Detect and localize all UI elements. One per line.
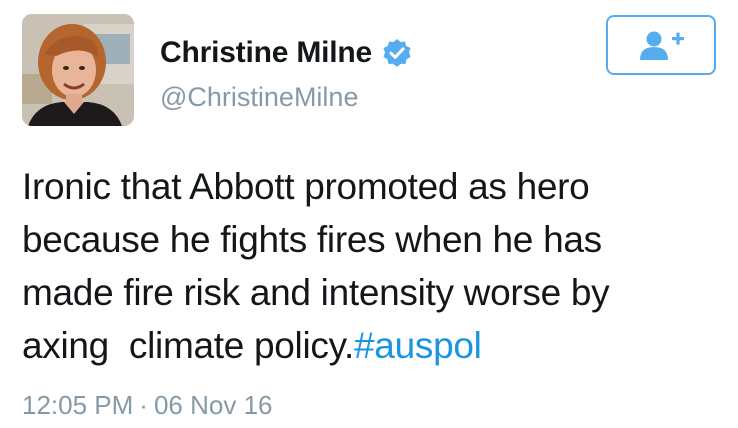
avatar-image	[22, 14, 134, 126]
avatar[interactable]	[22, 14, 134, 126]
display-name[interactable]: Christine Milne	[160, 36, 372, 70]
tweet-text-line-2: because he fights fires when he has	[22, 219, 602, 260]
tweet-timestamp[interactable]: 12:05 PM · 06 Nov 16	[22, 390, 273, 421]
user-handle[interactable]: @ChristineMilne	[160, 82, 358, 113]
tweet-card: Christine Milne @ChristineMilne Ironic t…	[0, 0, 738, 428]
verified-badge-icon	[382, 38, 412, 68]
tweet-text-line-1: Ironic that Abbott promoted as hero	[22, 166, 590, 207]
name-row: Christine Milne	[160, 33, 412, 73]
hashtag-link[interactable]: #auspol	[354, 325, 482, 366]
timestamp-separator: ·	[139, 390, 148, 420]
add-user-icon	[640, 31, 684, 60]
timestamp-date: 06 Nov 16	[153, 390, 273, 420]
tweet-text: Ironic that Abbott promoted as hero beca…	[22, 160, 722, 372]
tweet-text-line-3: made fire risk and intensity worse by	[22, 272, 610, 313]
timestamp-time: 12:05 PM	[22, 390, 134, 420]
follow-button[interactable]	[606, 15, 716, 75]
tweet-text-line-4: axing climate policy.	[22, 325, 355, 366]
